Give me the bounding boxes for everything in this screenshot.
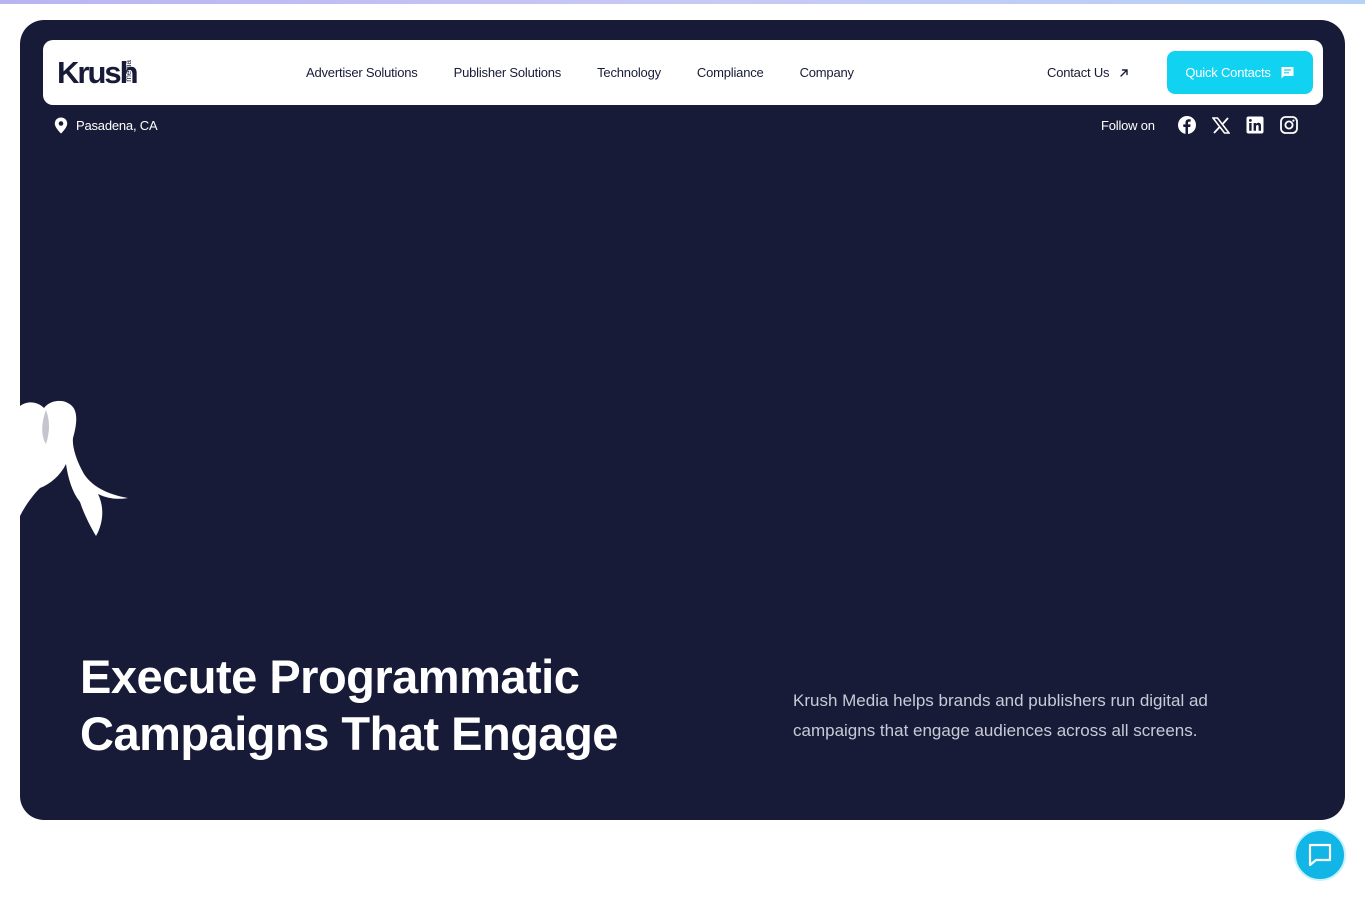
x-icon[interactable] — [1211, 115, 1231, 135]
nav-advertiser-solutions[interactable]: Advertiser Solutions — [306, 65, 418, 80]
nav-technology[interactable]: Technology — [597, 65, 661, 80]
location-text: Pasadena, CA — [76, 117, 158, 133]
linkedin-icon[interactable] — [1245, 115, 1265, 135]
nav-publisher-solutions[interactable]: Publisher Solutions — [454, 65, 562, 80]
headline-line-2: Campaigns That Engage — [80, 707, 618, 760]
logo[interactable]: Krush media — [57, 54, 139, 92]
navbar: Krush media Advertiser Solutions Publish… — [43, 40, 1323, 105]
contact-us-label: Contact Us — [1047, 65, 1110, 80]
instagram-icon[interactable] — [1279, 115, 1299, 135]
logo-sub: media — [124, 60, 133, 82]
top-gradient-strip — [0, 0, 1365, 4]
message-icon — [1281, 66, 1294, 78]
nav-company[interactable]: Company — [800, 65, 854, 80]
map-pin-icon — [54, 117, 68, 133]
chat-bubble-icon — [1308, 843, 1332, 867]
follow-on: Follow on — [1101, 115, 1313, 135]
location-info: Pasadena, CA — [54, 115, 158, 135]
hero-section: Krush media Advertiser Solutions Publish… — [20, 20, 1345, 820]
chat-button[interactable] — [1294, 829, 1346, 881]
follow-label: Follow on — [1101, 117, 1155, 133]
hero-headline: Execute Programmatic Campaigns That Enga… — [80, 648, 700, 762]
main-nav: Advertiser Solutions Publisher Solutions… — [306, 40, 890, 105]
nav-compliance[interactable]: Compliance — [697, 65, 764, 80]
arrow-up-right-icon — [1120, 68, 1129, 77]
hero-subtext: Krush Media helps brands and publishers … — [793, 691, 1208, 740]
quick-contacts-button[interactable]: Quick Contacts — [1167, 51, 1313, 94]
elephant-mascot-icon — [20, 400, 128, 536]
headline-line-1: Execute Programmatic — [80, 650, 580, 703]
contact-us-link[interactable]: Contact Us — [1047, 40, 1129, 105]
quick-contacts-label: Quick Contacts — [1185, 65, 1271, 80]
facebook-icon[interactable] — [1177, 115, 1197, 135]
